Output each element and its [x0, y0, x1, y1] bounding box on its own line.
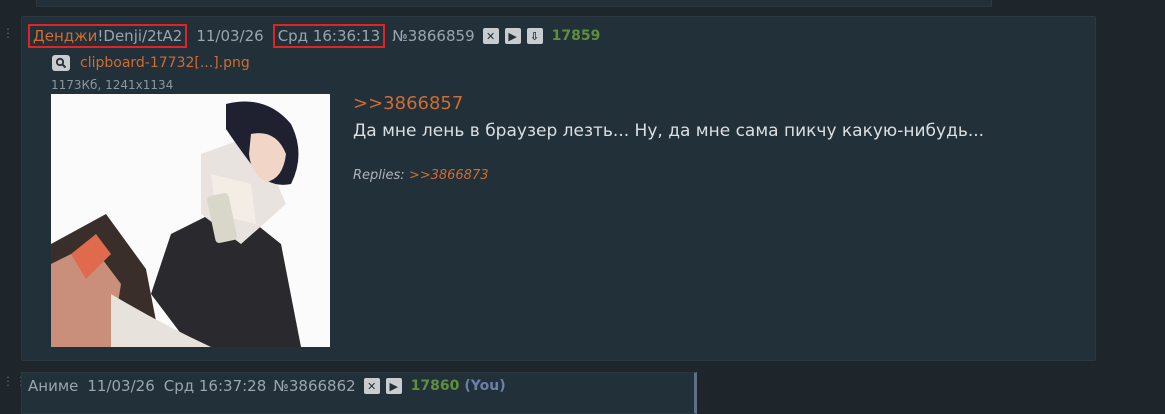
post: Денджи!Denji/2tA2 11/03/26 Срд 16:36:13 … [21, 16, 1096, 361]
hide-icon[interactable]: ✕ [482, 28, 499, 44]
play-icon[interactable]: ▶ [504, 28, 521, 44]
file-link[interactable]: clipboard-17732[...].png [80, 55, 250, 71]
hide-icon[interactable]: ✕ [363, 378, 380, 394]
file-info: 1173Кб, 1241x1134 [51, 78, 174, 92]
reply-backlink[interactable]: >>3866873 [409, 168, 489, 183]
post-image[interactable] [51, 94, 330, 347]
post-message: Да мне лень в браузер лезть... Ну, да мн… [353, 121, 985, 141]
post-2-header: Аниме 11/03/26 Срд 16:37:28 №3866862 ✕ ▶… [28, 377, 506, 395]
post-counter: 17859 [551, 28, 601, 44]
reply-link[interactable]: >>3866857 [353, 93, 463, 114]
search-icon[interactable] [52, 55, 70, 71]
play-icon[interactable]: ▶ [385, 378, 402, 394]
post-number[interactable]: №3866859 [392, 27, 474, 45]
post-2-date: 11/03/26 [87, 377, 155, 395]
replies: Replies: >>3866873 [353, 168, 489, 183]
previous-post-edge [36, 0, 992, 7]
post-date: 11/03/26 [196, 27, 264, 45]
post-2: Аниме 11/03/26 Срд 16:37:28 №3866862 ✕ ▶… [21, 372, 697, 414]
post-header: Денджи!Denji/2tA2 11/03/26 Срд 16:36:13 … [28, 24, 601, 48]
post-time: Срд 16:36:13 [272, 24, 386, 48]
tripcode: !Denji/2tA2 [97, 27, 183, 45]
post-handle[interactable]: ⋮ [2, 26, 15, 40]
poster-name[interactable]: Денджи [33, 27, 97, 45]
post-2-counter: 17860 [410, 378, 460, 394]
post-2-number[interactable]: №3866862 [273, 377, 355, 395]
poster-name-2[interactable]: Аниме [28, 377, 78, 395]
poster-name-box: Денджи!Denji/2tA2 [28, 24, 188, 48]
file-row: clipboard-17732[...].png [52, 55, 250, 71]
replies-label: Replies: [353, 168, 405, 183]
download-icon[interactable]: ⇩ [526, 28, 543, 44]
post-2-time: Срд 16:37:28 [163, 377, 267, 395]
you-marker: (You) [464, 378, 506, 394]
